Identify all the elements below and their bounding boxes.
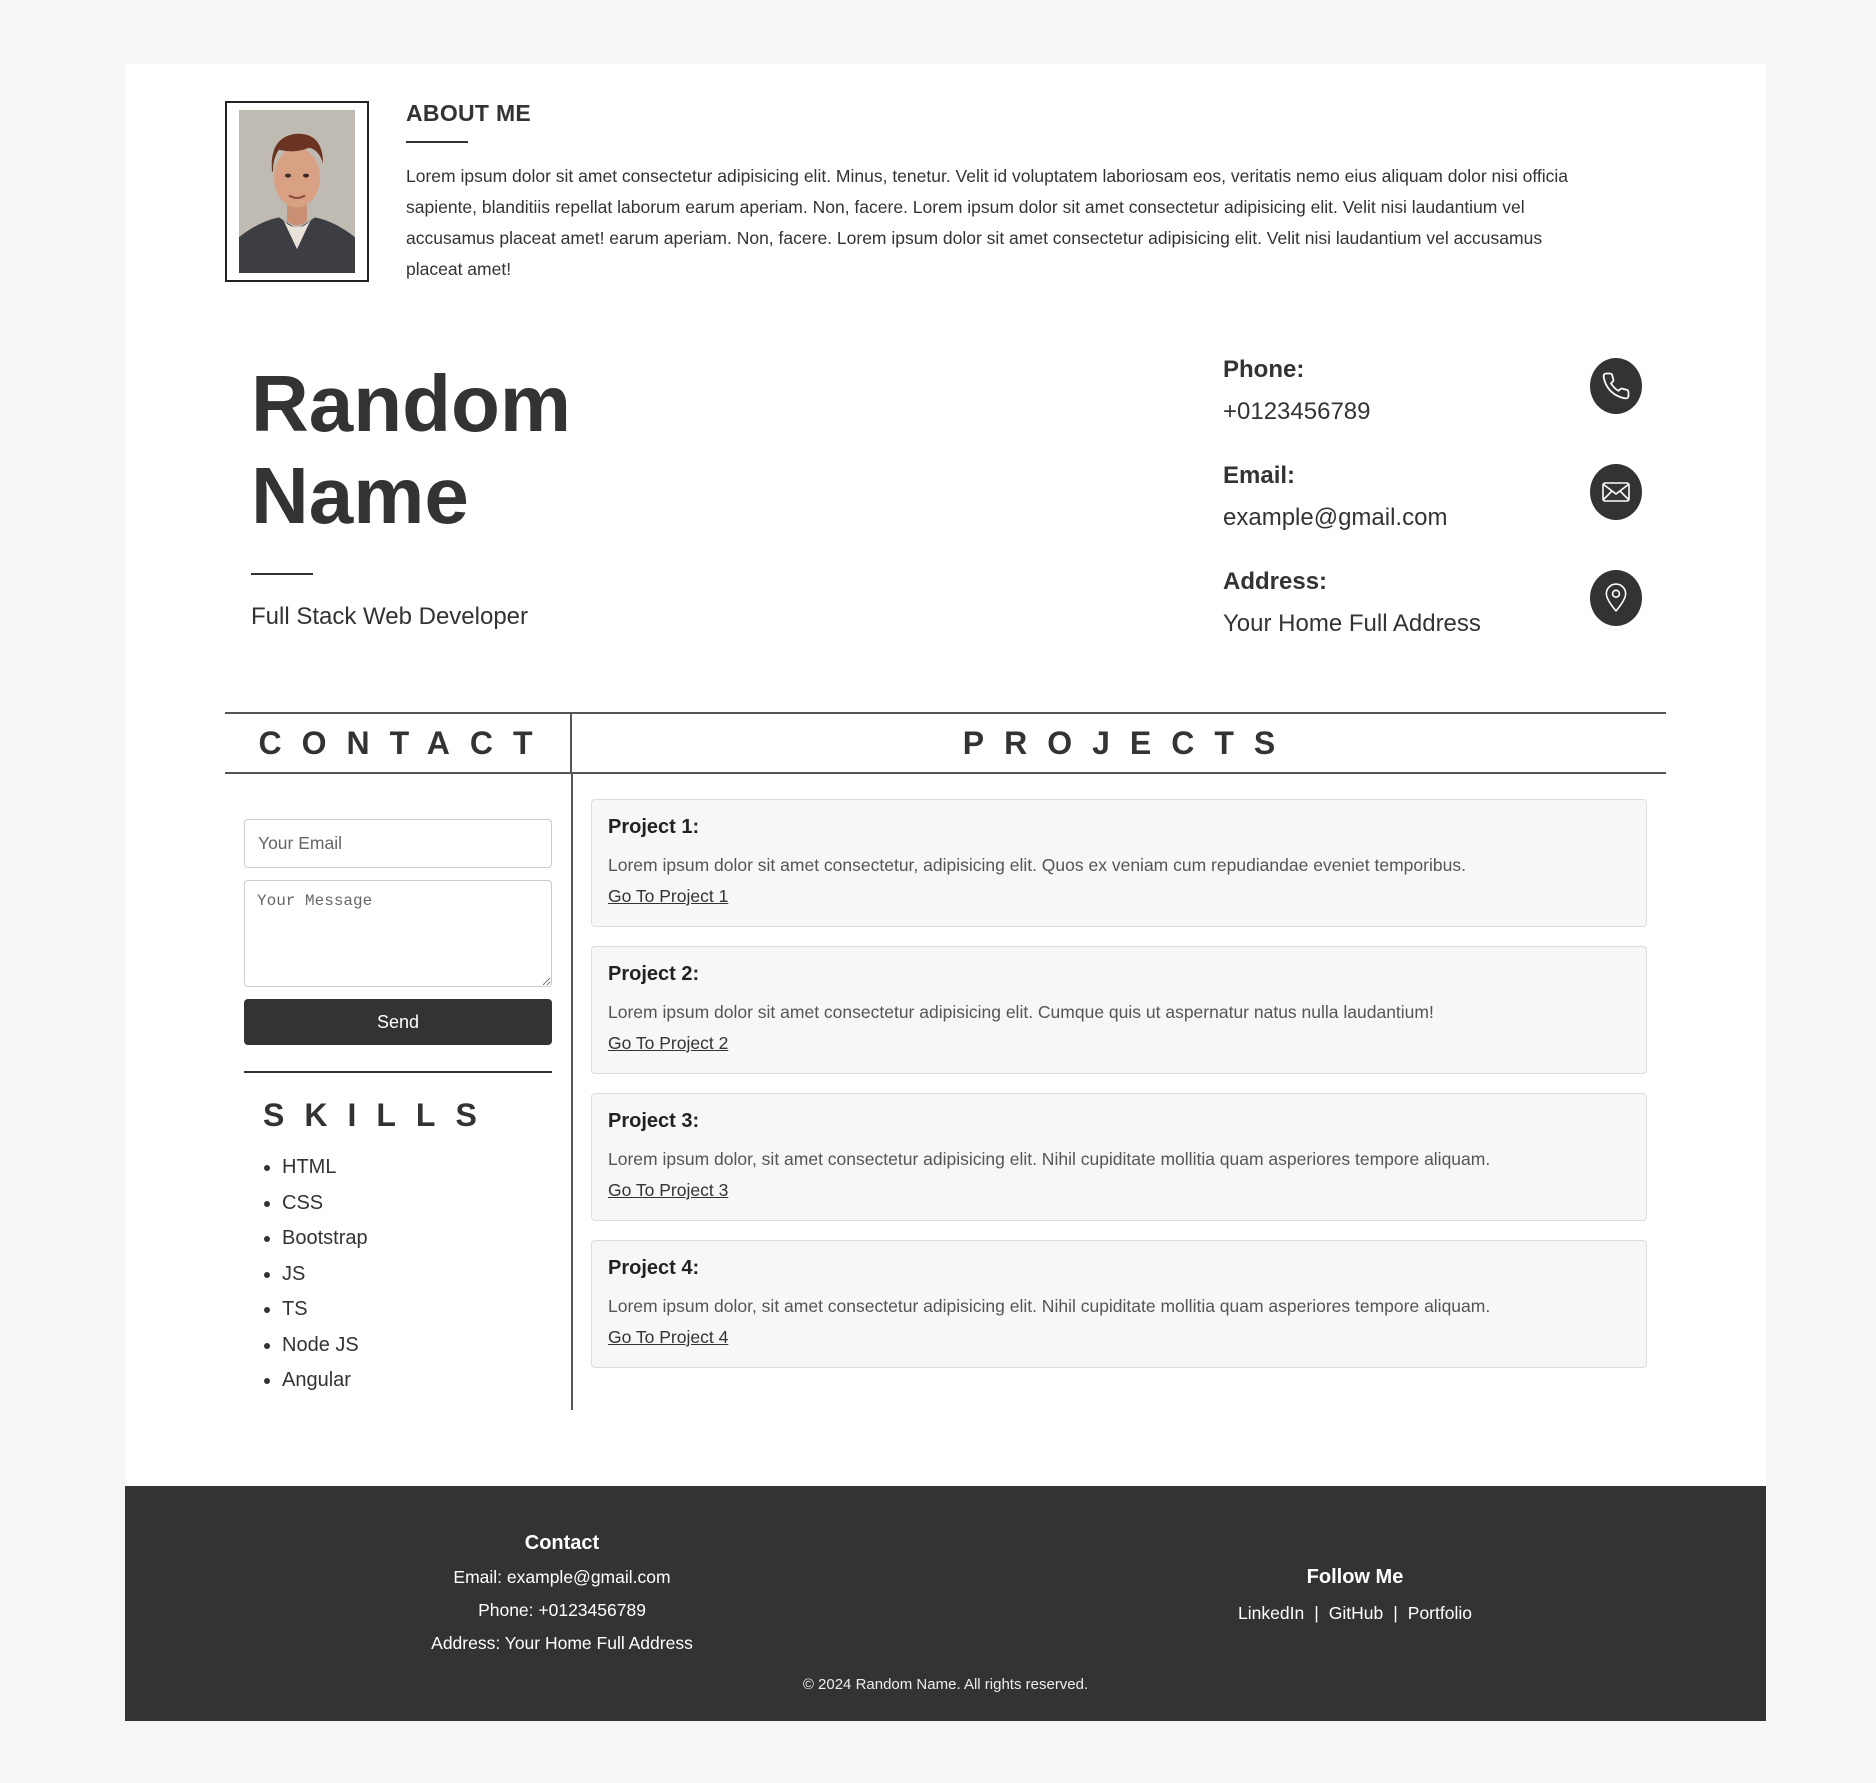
footer-phone: Phone: +0123456789 (478, 1600, 646, 1620)
project-link[interactable]: Go To Project 3 (608, 1180, 728, 1201)
project-link[interactable]: Go To Project 1 (608, 886, 728, 907)
section-headers: CONTACT PROJECTS (225, 712, 1666, 774)
projects-list: Project 1: Lorem ipsum dolor sit amet co… (591, 799, 1647, 1387)
project-title: Project 2: (608, 963, 700, 985)
name-divider (251, 573, 313, 575)
phone-label: Phone: (1223, 356, 1305, 383)
skill-item: Node JS (282, 1328, 552, 1364)
skill-item: JS (282, 1257, 552, 1293)
skills-heading: SKILLS (263, 1097, 497, 1133)
envelope-icon (1590, 464, 1642, 520)
skill-item: Bootstrap (282, 1221, 552, 1257)
send-button[interactable]: Send (244, 999, 552, 1045)
project-link[interactable]: Go To Project 4 (608, 1327, 728, 1348)
footer-follow: Follow Me LinkedIn | GitHub | Portfolio (1205, 1566, 1505, 1624)
form-divider (244, 1071, 552, 1073)
social-links: LinkedIn | GitHub | Portfolio (1205, 1603, 1505, 1624)
address-label: Address: (1223, 568, 1328, 595)
project-card: Project 4: Lorem ipsum dolor, sit amet c… (591, 1240, 1647, 1368)
skills-list: HTML CSS Bootstrap JS TS Node JS Angular (244, 1150, 552, 1399)
project-description: Lorem ipsum dolor, sit amet consectetur … (608, 1296, 1491, 1316)
info-email: Email: example@gmail.com (1223, 462, 1643, 532)
about-divider (406, 141, 468, 143)
about-title: ABOUT ME (406, 100, 532, 126)
job-title: Full Stack Web Developer (251, 603, 529, 630)
email-input[interactable] (244, 819, 552, 868)
profile-photo-frame (225, 101, 369, 282)
address-value: Your Home Full Address (1223, 610, 1481, 637)
full-name: Random Name (251, 359, 571, 540)
copyright: © 2024 Random Name. All rights reserved. (802, 1676, 1089, 1693)
link-separator: | (1314, 1603, 1319, 1623)
follow-heading: Follow Me (1306, 1566, 1404, 1588)
project-card: Project 1: Lorem ipsum dolor sit amet co… (591, 799, 1647, 927)
email-label: Email: (1223, 462, 1296, 489)
message-input[interactable] (244, 880, 552, 987)
about-section: ABOUT ME Lorem ipsum dolor sit amet cons… (406, 100, 1686, 285)
footer-contact: Contact Email: example@gmail.com Phone: … (397, 1532, 727, 1654)
link-separator: | (1393, 1603, 1398, 1623)
name-block: Random Name Full Stack Web Developer (251, 358, 651, 631)
profile-photo (239, 110, 355, 273)
column-divider (571, 774, 573, 1410)
project-title: Project 3: (608, 1110, 700, 1132)
project-title: Project 4: (608, 1257, 700, 1279)
project-title: Project 1: (608, 816, 700, 838)
project-card: Project 2: Lorem ipsum dolor sit amet co… (591, 946, 1647, 1074)
map-pin-icon (1590, 570, 1642, 626)
footer-contact-heading: Contact (524, 1532, 600, 1554)
skill-item: CSS (282, 1186, 552, 1222)
info-address: Address: Your Home Full Address (1223, 568, 1643, 638)
skill-item: Angular (282, 1363, 552, 1399)
email-value: example@gmail.com (1223, 504, 1448, 531)
project-card: Project 3: Lorem ipsum dolor, sit amet c… (591, 1093, 1647, 1221)
linkedin-link[interactable]: LinkedIn (1238, 1603, 1304, 1623)
phone-icon (1590, 358, 1642, 414)
resume-page: ABOUT ME Lorem ipsum dolor sit amet cons… (125, 64, 1766, 1721)
project-description: Lorem ipsum dolor sit amet consectetur a… (608, 1002, 1434, 1022)
info-phone: Phone: +0123456789 (1223, 356, 1643, 426)
portfolio-link[interactable]: Portfolio (1408, 1603, 1472, 1623)
footer-email: Email: example@gmail.com (453, 1567, 671, 1587)
footer: Contact Email: example@gmail.com Phone: … (125, 1486, 1766, 1721)
contact-heading: CONTACT (225, 714, 572, 772)
footer-address: Address: Your Home Full Address (431, 1633, 693, 1653)
github-link[interactable]: GitHub (1329, 1603, 1383, 1623)
skill-item: TS (282, 1292, 552, 1328)
project-description: Lorem ipsum dolor sit amet consectetur, … (608, 855, 1466, 875)
project-link[interactable]: Go To Project 2 (608, 1033, 728, 1054)
about-text: Lorem ipsum dolor sit amet consectetur a… (406, 166, 1569, 279)
projects-heading: PROJECTS (962, 724, 1296, 761)
phone-value: +0123456789 (1223, 398, 1371, 425)
contact-form: Send SKILLS HTML CSS Bootstrap JS TS Nod… (244, 819, 552, 1399)
skill-item: HTML (282, 1150, 552, 1186)
project-description: Lorem ipsum dolor, sit amet consectetur … (608, 1149, 1491, 1169)
